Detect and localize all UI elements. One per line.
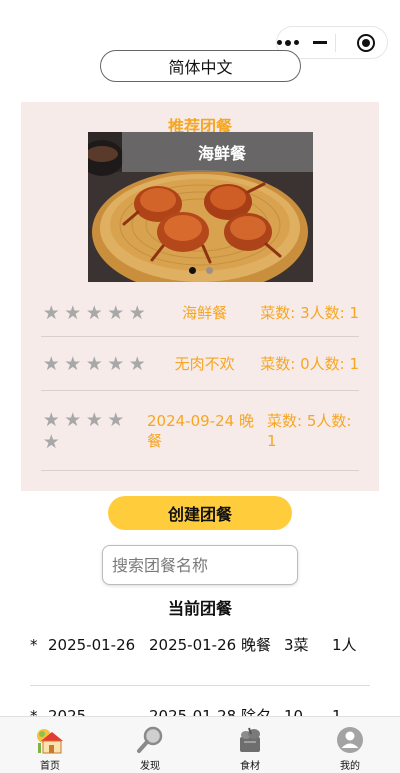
row-name: 2025-01-26 晚餐 [149,636,271,654]
tab-label: 食材 [240,761,260,772]
tab-label: 首页 [40,761,60,772]
language-button[interactable]: 简体中文 [100,50,301,82]
row-divider [30,685,370,686]
recommend-item[interactable]: ★ ★ ★ ★ ★ 海鲜餐 菜数: 3人数: 1 [41,289,359,337]
slide-caption: 海鲜餐 [122,132,313,172]
recommend-item[interactable]: ★ ★ ★ ★ ★ 无肉不欢 菜数: 0人数: 1 [41,337,359,391]
row-date: 2025-01-26 [48,636,136,654]
target-icon [356,33,375,52]
close-miniprogram-button[interactable] [336,27,387,58]
row-dishes: 3菜 [284,636,309,654]
search-box [102,545,298,585]
rating-stars: ★ ★ ★ ★ ★ [42,408,126,453]
recommend-swiper[interactable]: 海鲜餐 [88,132,313,282]
more-dots-icon [277,39,299,46]
user-avatar-icon [337,727,363,753]
tab-mine[interactable]: 我的 [300,717,400,773]
swiper-indicator [88,267,313,274]
meal-row[interactable]: * 2025-01-26 2025-01-26 晚餐 3菜 1人 [30,635,370,656]
swiper-dot-active[interactable] [188,267,196,274]
tab-label: 发现 [140,761,160,772]
item-info: 菜数: 3人数: 1 [260,303,359,322]
recommend-panel: 推荐团餐 海鲜餐 ★ ★ ★ ★ ★ 海鲜餐 菜数: 3人数: 1 ★ ★ ★ … [21,102,379,491]
item-name: 无肉不欢 [174,354,235,373]
item-name: 2024-09-24 晚餐 [147,411,254,450]
row-bullet: * [30,636,38,654]
rating-stars: ★ ★ ★ ★ ★ [42,352,147,375]
row-people: 1人 [332,636,357,654]
search-input[interactable] [103,546,297,584]
item-info: 菜数: 5人数: 1 [267,411,352,450]
minimize-icon [313,41,327,44]
home-icon [37,729,63,754]
tab-home[interactable]: 首页 [0,717,100,773]
groceries-icon [240,727,260,752]
rating-stars: ★ ★ ★ ★ ★ [42,301,147,324]
item-name: 海鲜餐 [182,303,228,322]
tab-label: 我的 [340,761,360,772]
create-group-meal-button[interactable]: 创建团餐 [108,496,292,530]
recommend-item[interactable]: ★ ★ ★ ★ ★ 2024-09-24 晚餐 菜数: 5人数: 1 [41,391,359,471]
magnifier-icon [137,726,163,753]
item-info: 菜数: 0人数: 1 [260,354,359,373]
swiper-dot[interactable] [205,267,213,274]
tab-discover[interactable]: 发现 [100,717,200,773]
tab-ingredients[interactable]: 食材 [200,717,300,773]
tab-bar: 首页 发现 食材 我的 [0,716,400,773]
current-section-title: 当前团餐 [167,599,232,618]
